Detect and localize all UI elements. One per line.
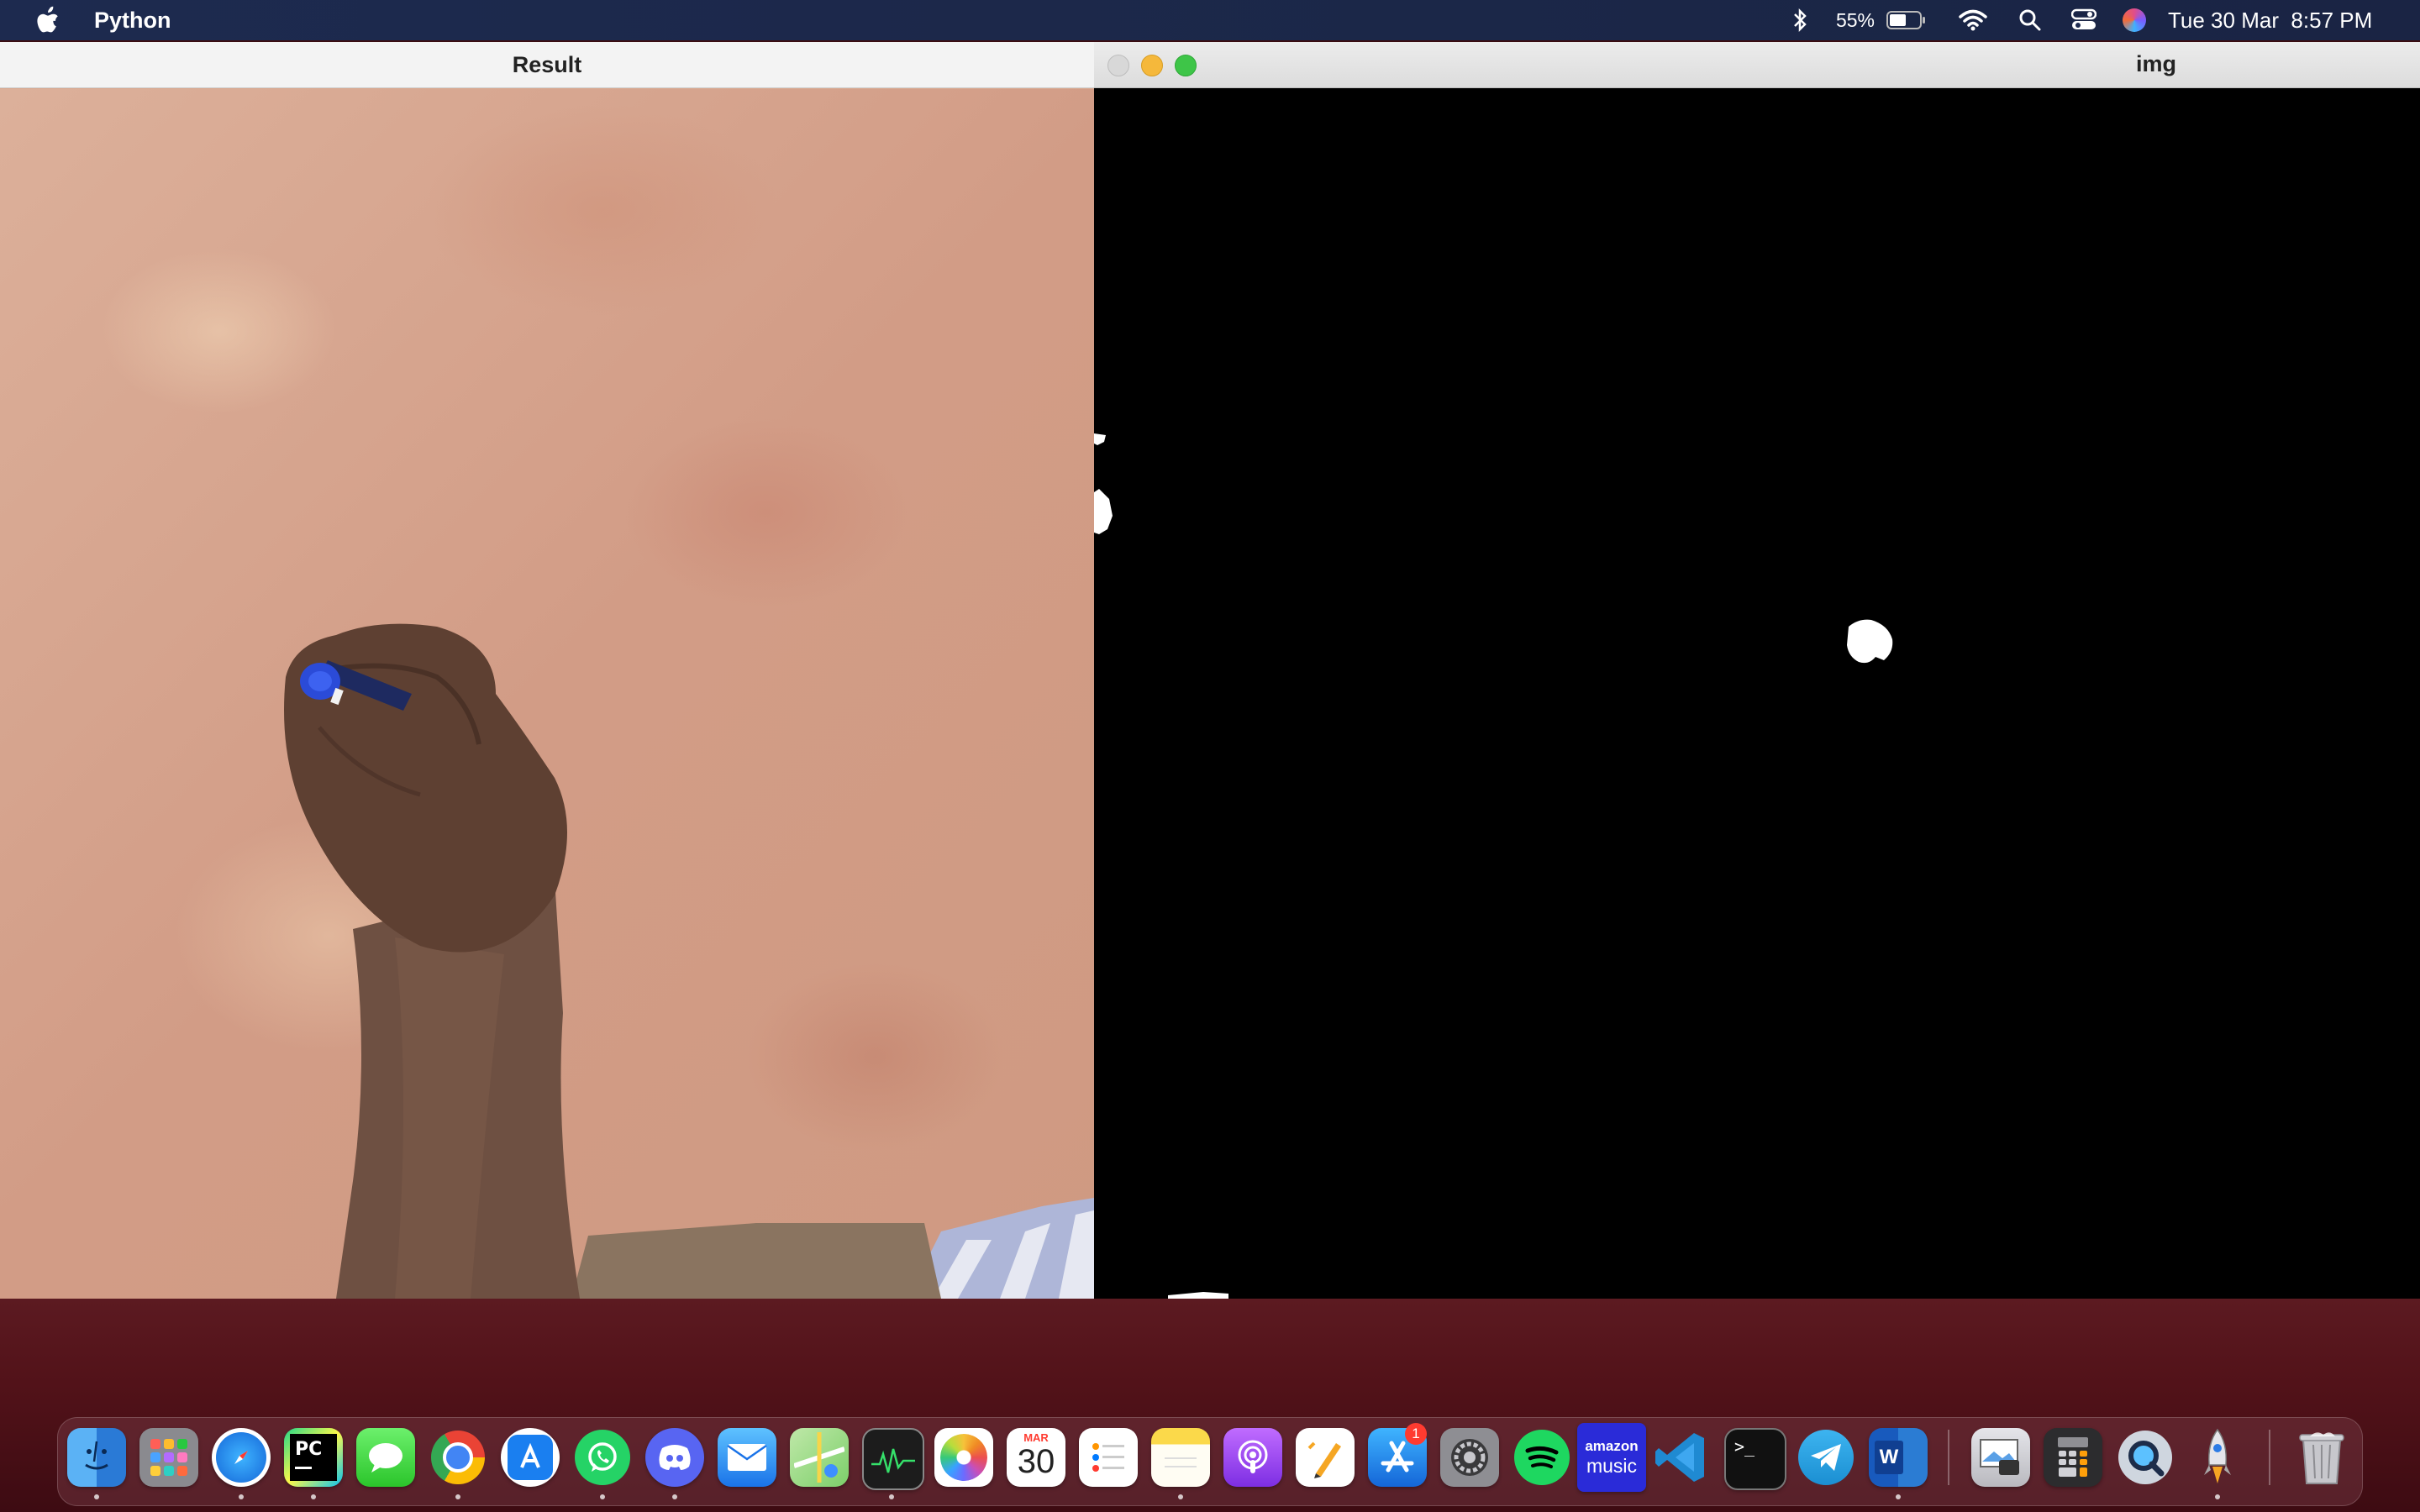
apple-icon[interactable] — [34, 5, 62, 35]
camera-feed-image — [0, 89, 1094, 1299]
microsoft-word-icon[interactable]: W — [1869, 1428, 1928, 1487]
preview-icon[interactable] — [1971, 1428, 2030, 1487]
maximize-window-button[interactable] — [1175, 55, 1197, 76]
whatsapp-icon[interactable] — [573, 1428, 632, 1487]
terminal-icon[interactable]: >_ — [1724, 1428, 1786, 1490]
hand-with-pen-photo — [284, 623, 1094, 1299]
activity-monitor-icon[interactable] — [862, 1428, 924, 1490]
result-window: Result — [0, 42, 1094, 1299]
quicktime-icon[interactable] — [2116, 1428, 2175, 1487]
dock-divider — [1948, 1430, 1949, 1485]
wifi-icon[interactable] — [1956, 0, 1990, 40]
finder-running-indicator — [94, 1494, 99, 1499]
whatsapp-running-indicator — [600, 1494, 605, 1499]
amazon-music-icon[interactable]: amazon music — [1577, 1423, 1646, 1492]
trash-icon[interactable] — [2292, 1428, 2351, 1487]
pycharm-running-indicator — [311, 1494, 316, 1499]
finder-icon[interactable] — [67, 1428, 126, 1487]
binary-mask-blobs — [1094, 433, 1893, 1299]
spotify-icon[interactable] — [1512, 1428, 1571, 1487]
notes-running-indicator — [1178, 1494, 1183, 1499]
telegram-icon[interactable] — [1797, 1428, 1855, 1487]
rocket-typist-icon[interactable] — [2188, 1428, 2247, 1487]
result-window-titlebar[interactable]: Result — [0, 42, 1094, 88]
system-preferences-icon[interactable] — [1440, 1428, 1499, 1487]
bluetooth-icon[interactable] — [1785, 0, 1815, 40]
photos-icon[interactable] — [934, 1428, 993, 1487]
battery-percent[interactable]: 55% — [1833, 0, 1877, 40]
img-window-title: img — [2136, 51, 2177, 76]
battery-icon[interactable] — [1886, 0, 1928, 40]
chrome-running-indicator — [455, 1494, 460, 1499]
pycharm-icon[interactable]: PC — [284, 1428, 343, 1487]
calculator-icon[interactable] — [2044, 1428, 2102, 1487]
xcode-icon[interactable] — [501, 1428, 560, 1487]
spotlight-search-icon[interactable] — [2015, 0, 2045, 40]
notes-icon[interactable] — [1151, 1428, 1210, 1487]
img-window-titlebar[interactable]: img — [1094, 42, 2420, 88]
menubar-clock[interactable]: Tue 30 Mar 8:57 PM — [2168, 0, 2395, 40]
pages-icon[interactable] — [1296, 1428, 1355, 1487]
discord-running-indicator — [672, 1494, 677, 1499]
siri-icon[interactable] — [2119, 0, 2149, 40]
result-window-title: Result — [512, 51, 582, 77]
maps-icon[interactable] — [790, 1428, 849, 1487]
dock-divider-trash — [2269, 1430, 2270, 1485]
menu-bar: Python 55% Tue 30 Mar 8:57 PM — [0, 0, 2420, 40]
word-running-indicator — [1896, 1494, 1901, 1499]
close-window-button[interactable] — [1107, 55, 1129, 76]
app-store-update-badge: 1 — [1405, 1423, 1427, 1445]
safari-icon[interactable] — [212, 1428, 271, 1487]
calendar-icon[interactable]: MAR 30 — [1007, 1428, 1065, 1487]
activity-monitor-running-indicator — [889, 1494, 894, 1499]
minimize-window-button[interactable] — [1141, 55, 1163, 76]
mail-icon[interactable] — [718, 1428, 776, 1487]
safari-running-indicator — [239, 1494, 244, 1499]
messages-icon[interactable] — [356, 1428, 415, 1487]
chrome-icon[interactable] — [429, 1428, 487, 1487]
mask-image — [1094, 89, 2420, 1299]
active-app-name[interactable]: Python — [94, 8, 171, 34]
reminders-icon[interactable] — [1079, 1428, 1138, 1487]
control-center-icon[interactable] — [2067, 0, 2101, 40]
podcasts-icon[interactable] — [1223, 1428, 1282, 1487]
img-window: img — [1094, 42, 2420, 1299]
discord-icon[interactable] — [645, 1428, 704, 1487]
rocket-typist-running-indicator — [2215, 1494, 2220, 1499]
vscode-icon[interactable] — [1652, 1428, 1711, 1487]
launchpad-icon[interactable] — [139, 1428, 198, 1487]
